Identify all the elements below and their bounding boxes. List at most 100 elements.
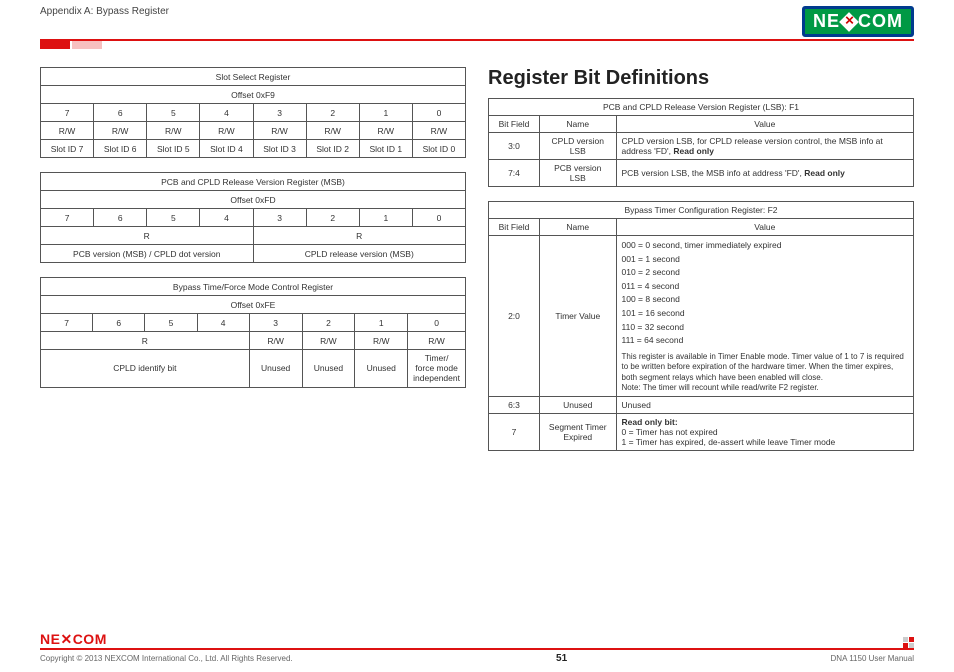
t3-bit: 2	[302, 314, 355, 332]
rt1-r1-name: CPLD version LSB	[540, 133, 617, 160]
t3-bit: 7	[41, 314, 93, 332]
section-heading: Register Bit Definitions	[488, 67, 914, 90]
rt1-r1-val-b: Read only	[673, 146, 714, 156]
t2-bit: 0	[412, 209, 465, 227]
t2-title: PCB and CPLD Release Version Register (M…	[41, 173, 466, 191]
header-tab-red	[40, 41, 70, 49]
rt1-r2-val-b: Read only	[804, 168, 845, 178]
t2-bit: 7	[41, 209, 94, 227]
rt2-r3-head: Read only bit:	[622, 417, 678, 427]
rt2-h-val: Value	[616, 219, 914, 236]
t3-bit: 6	[93, 314, 145, 332]
nexcom-logo: NE COM	[802, 6, 914, 37]
rt2-h-name: Name	[540, 219, 617, 236]
timer-value-item: 101 = 16 second	[622, 307, 909, 321]
t3-r-left: R	[41, 332, 250, 350]
rt2-r1-val: 000 = 0 second, timer immediately expire…	[616, 236, 914, 397]
t3-timer: Timer/ force mode independent	[408, 350, 466, 388]
t1-bit: 6	[94, 104, 147, 122]
footer-logo-left: NE	[40, 631, 60, 647]
t1-name: Slot ID 5	[147, 140, 200, 158]
rt1-r2-val-a: PCB version LSB, the MSB info at address…	[622, 168, 805, 178]
bypass-timer-config-table: Bypass Timer Configuration Register: F2 …	[488, 201, 914, 451]
rt2-r3-l2: 1 = Timer has expired, de-assert while l…	[622, 437, 836, 447]
t1-bit: 7	[41, 104, 94, 122]
t3-title: Bypass Time/Force Mode Control Register	[41, 278, 466, 296]
footer-manual: DNA 1150 User Manual	[831, 654, 914, 663]
t1-name: Slot ID 7	[41, 140, 94, 158]
logo-left: NE	[813, 11, 840, 32]
t3-bit: 5	[145, 314, 197, 332]
timer-value-item: 010 = 2 second	[622, 266, 909, 280]
version-lsb-table: PCB and CPLD Release Version Register (L…	[488, 98, 914, 187]
rt2-r3-bit: 7	[489, 414, 540, 451]
header-tab-pink	[72, 41, 102, 49]
footer: NE✕COM Copyright © 2013 NEXCOM Internati…	[40, 631, 914, 664]
timer-value-item: 000 = 0 second, timer immediately expire…	[622, 239, 909, 253]
rt1-r1-val-a: CPLD version LSB, for CPLD release versi…	[622, 136, 883, 156]
t3-rw: R/W	[249, 332, 302, 350]
t1-name: Slot ID 6	[94, 140, 147, 158]
t3-bit: 4	[197, 314, 249, 332]
t1-rw: R/W	[94, 122, 147, 140]
timer-value-item: 111 = 64 second	[622, 334, 909, 348]
t1-bit: 0	[412, 104, 465, 122]
footer-logo: NE✕COM	[40, 631, 107, 648]
t1-name: Slot ID 4	[200, 140, 253, 158]
t2-bit: 3	[253, 209, 306, 227]
t1-name: Slot ID 2	[306, 140, 359, 158]
rt2-r1-bit: 2:0	[489, 236, 540, 397]
timer-note: This register is available in Timer Enab…	[622, 352, 909, 394]
timer-value-list: 000 = 0 second, timer immediately expire…	[622, 239, 909, 348]
slot-select-register-table: Slot Select Register Offset 0xF9 7 6 5 4…	[40, 67, 466, 158]
t1-name: Slot ID 1	[359, 140, 412, 158]
t2-bit: 6	[94, 209, 147, 227]
t3-bit: 3	[249, 314, 302, 332]
rt2-r2-bit: 6:3	[489, 397, 540, 414]
t1-bit: 4	[200, 104, 253, 122]
t3-unused: Unused	[355, 350, 408, 388]
t1-offset: Offset 0xF9	[41, 86, 466, 104]
t1-name: Slot ID 3	[253, 140, 306, 158]
t2-bit: 5	[147, 209, 200, 227]
t2-r-right: R	[253, 227, 466, 245]
t2-desc-left: PCB version (MSB) / CPLD dot version	[41, 245, 254, 263]
left-column: Slot Select Register Offset 0xF9 7 6 5 4…	[40, 67, 466, 465]
t3-rw: R/W	[408, 332, 466, 350]
t2-bit: 1	[359, 209, 412, 227]
t1-rw: R/W	[41, 122, 94, 140]
appendix-title: Appendix A: Bypass Register	[40, 6, 169, 17]
t1-bit: 1	[359, 104, 412, 122]
t1-bit: 3	[253, 104, 306, 122]
t3-unused: Unused	[302, 350, 355, 388]
t3-desc-left: CPLD identify bit	[41, 350, 250, 388]
t1-rw: R/W	[147, 122, 200, 140]
right-column: Register Bit Definitions PCB and CPLD Re…	[488, 67, 914, 465]
t1-title: Slot Select Register	[41, 68, 466, 86]
t2-bit: 4	[200, 209, 253, 227]
rt1-title: PCB and CPLD Release Version Register (L…	[489, 99, 914, 116]
rt1-h-val: Value	[616, 116, 914, 133]
rt1-h-name: Name	[540, 116, 617, 133]
t3-bit: 0	[408, 314, 466, 332]
footer-copyright: Copyright © 2013 NEXCOM International Co…	[40, 654, 293, 663]
t2-r-left: R	[41, 227, 254, 245]
rt2-title: Bypass Timer Configuration Register: F2	[489, 202, 914, 219]
rt2-r3-l1: 0 = Timer has not expired	[622, 427, 718, 437]
t1-rw: R/W	[306, 122, 359, 140]
rt1-r1-bit: 3:0	[489, 133, 540, 160]
t1-rw: R/W	[253, 122, 306, 140]
rt2-r1-name: Timer Value	[540, 236, 617, 397]
timer-value-item: 100 = 8 second	[622, 293, 909, 307]
logo-right: COM	[858, 11, 903, 32]
rt2-h-bit: Bit Field	[489, 219, 540, 236]
rt2-r2-name: Unused	[540, 397, 617, 414]
t3-rw: R/W	[355, 332, 408, 350]
t1-bit: 2	[306, 104, 359, 122]
rt2-r3-val: Read only bit: 0 = Timer has not expired…	[616, 414, 914, 451]
footer-logo-right: COM	[73, 631, 107, 647]
t1-rw: R/W	[359, 122, 412, 140]
footer-red-line	[40, 648, 914, 650]
t1-rw: R/W	[412, 122, 465, 140]
logo-x-icon	[839, 12, 859, 32]
